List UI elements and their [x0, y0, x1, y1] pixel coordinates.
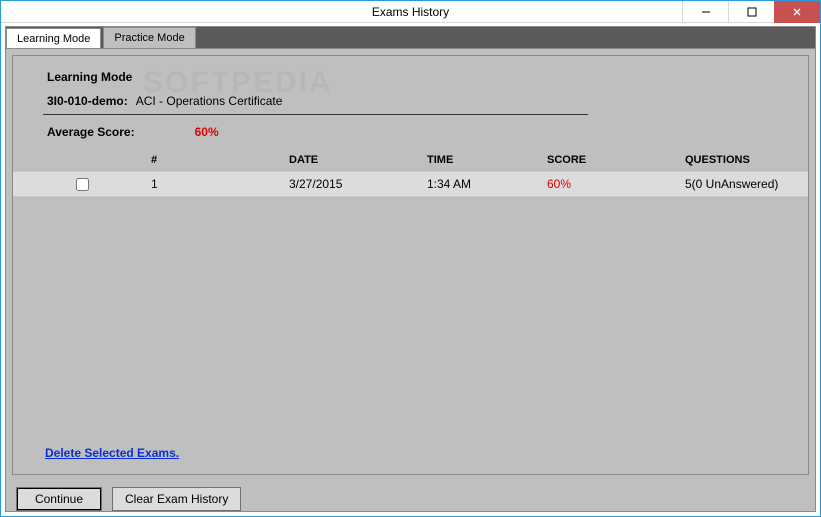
average-score-label: Average Score:	[47, 125, 135, 139]
col-header-questions: QUESTIONS	[685, 154, 808, 166]
exam-code: 3I0-010-demo:	[47, 94, 128, 108]
exam-line: 3I0-010-demo: ACI - Operations Certifica…	[47, 94, 808, 108]
average-score-line: Average Score: 60%	[47, 125, 808, 139]
close-button[interactable]	[774, 1, 820, 23]
exam-name: ACI - Operations Certificate	[136, 94, 283, 108]
continue-button[interactable]: Continue	[16, 487, 102, 511]
tab-panel: SOFTPEDIA Learning Mode 3I0-010-demo: AC…	[5, 48, 816, 512]
maximize-button[interactable]	[728, 1, 774, 23]
titlebar: Exams History	[1, 1, 820, 23]
window-controls	[682, 1, 820, 23]
minimize-button[interactable]	[682, 1, 728, 23]
tab-practice-mode[interactable]: Practice Mode	[103, 27, 195, 48]
tabstrip: Learning Mode Practice Mode	[5, 26, 816, 48]
average-score-value: 60%	[195, 125, 219, 139]
tab-label: Practice Mode	[114, 32, 184, 44]
inner-panel: SOFTPEDIA Learning Mode 3I0-010-demo: AC…	[12, 55, 809, 475]
window: Exams History Learning Mode Practice Mod…	[0, 0, 821, 517]
col-header-score: SCORE	[547, 154, 685, 166]
tab-learning-mode[interactable]: Learning Mode	[6, 28, 101, 49]
content: Learning Mode Practice Mode SOFTPEDIA Le…	[1, 23, 820, 516]
tab-label: Learning Mode	[17, 33, 90, 45]
clear-history-button[interactable]: Clear Exam History	[112, 487, 241, 511]
col-header-time: TIME	[427, 154, 547, 166]
table-row[interactable]: 1 3/27/2015 1:34 AM 60% 5(0 UnAnswered)	[13, 171, 808, 197]
button-row: Continue Clear Exam History	[6, 481, 815, 511]
col-header-num: #	[151, 154, 289, 166]
row-checkbox-cell	[13, 178, 151, 191]
row-num: 1	[151, 177, 289, 191]
row-checkbox[interactable]	[76, 178, 89, 191]
row-questions: 5(0 UnAnswered)	[685, 177, 808, 191]
divider	[43, 114, 588, 115]
panel-heading: Learning Mode	[47, 70, 808, 84]
table-header: # DATE TIME SCORE QUESTIONS	[13, 149, 808, 171]
row-score: 60%	[547, 177, 685, 191]
col-header-date: DATE	[289, 154, 427, 166]
row-time: 1:34 AM	[427, 177, 547, 191]
row-date: 3/27/2015	[289, 177, 427, 191]
delete-selected-link[interactable]: Delete Selected Exams.	[45, 446, 179, 460]
